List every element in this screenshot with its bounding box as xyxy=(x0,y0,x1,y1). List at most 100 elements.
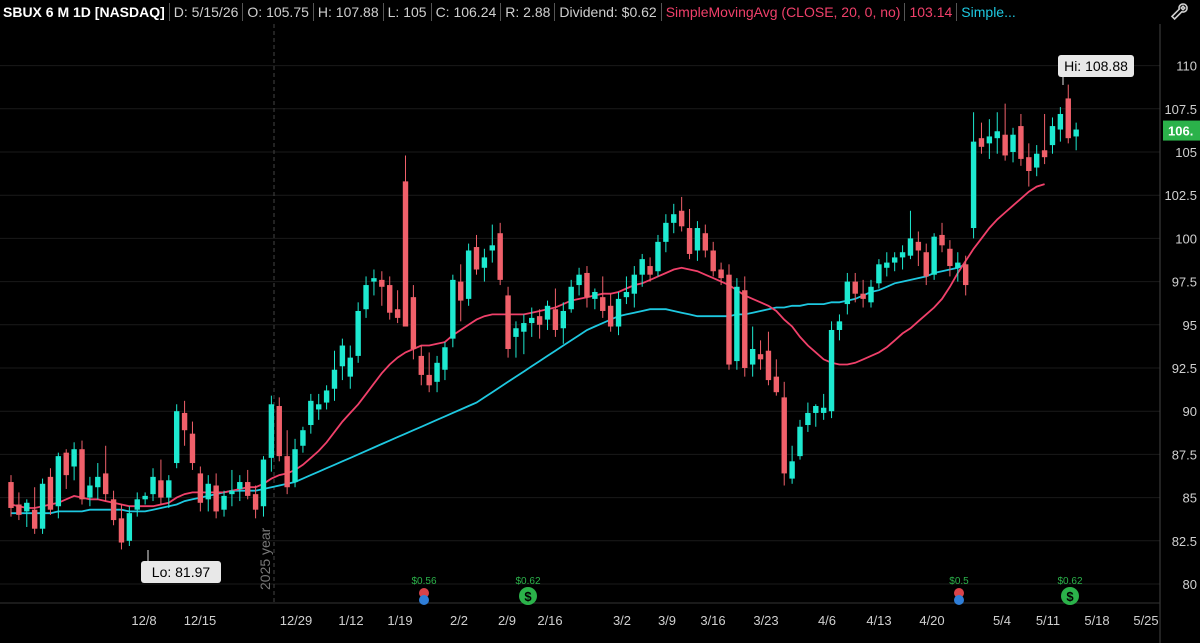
candle-body xyxy=(931,236,937,275)
candle-body xyxy=(150,476,156,495)
y-tick-label: 85 xyxy=(1183,491,1197,506)
low-value: L: 105 xyxy=(387,4,427,20)
candle-body xyxy=(860,293,866,299)
y-tick-label: 95 xyxy=(1183,318,1197,333)
candle-body xyxy=(102,473,109,495)
candle-body xyxy=(166,480,172,498)
candle-body xyxy=(907,238,914,256)
candle-body xyxy=(379,279,385,287)
y-tick-label: 107.5 xyxy=(1164,102,1197,117)
dividend-amount: $0.56 xyxy=(411,576,436,587)
candle-body xyxy=(158,480,164,498)
candle-body xyxy=(647,266,653,275)
candle-body xyxy=(47,476,54,510)
candle-body xyxy=(355,310,361,356)
x-tick-label: 2/9 xyxy=(498,613,516,628)
candle-body xyxy=(308,400,314,426)
candle-body xyxy=(126,513,133,541)
candle-body xyxy=(284,456,290,488)
candle-body xyxy=(118,518,125,543)
candle-body xyxy=(757,354,764,360)
x-tick-label: 12/29 xyxy=(280,613,313,628)
dollar-icon: $ xyxy=(524,589,532,604)
last-price-badge: 106. xyxy=(1163,120,1200,141)
study1-name[interactable]: SimpleMovingAvg (CLOSE, 20, 0, no) xyxy=(662,4,905,20)
candle-body xyxy=(828,329,835,412)
study2-name[interactable]: Simple... xyxy=(957,4,1019,20)
y-tick-label: 80 xyxy=(1183,577,1197,592)
candle-body xyxy=(592,291,598,299)
candle-body xyxy=(347,357,353,377)
candle-body xyxy=(852,281,858,294)
candle-body xyxy=(986,136,993,144)
candle-body xyxy=(773,376,780,393)
candle-body xyxy=(513,328,519,337)
y-tick-label: 97.5 xyxy=(1172,275,1197,290)
candle-body xyxy=(726,274,732,365)
candle-body xyxy=(473,247,480,270)
candle-body xyxy=(197,473,204,503)
candle-body xyxy=(560,310,566,329)
candle-body xyxy=(923,252,929,277)
candle-body xyxy=(623,291,630,298)
candle-body xyxy=(552,309,559,330)
candle-body xyxy=(229,490,235,495)
price-chart[interactable]: 2025 year 80 82.5 85 87.5 90 92.5 95 97.5 100 102… xyxy=(0,0,1200,643)
candle-body xyxy=(363,285,369,310)
candle-body xyxy=(16,504,22,515)
candle-body xyxy=(734,286,740,362)
candle-body xyxy=(79,449,85,500)
candle-body xyxy=(600,297,606,311)
y-tick-label: 92.5 xyxy=(1172,361,1197,376)
x-tick-label: 2/16 xyxy=(537,613,562,628)
candle-body xyxy=(876,264,882,284)
candle-body xyxy=(544,305,551,320)
candle-body xyxy=(418,355,424,375)
open-value: O: 105.75 xyxy=(247,4,309,20)
candle-body xyxy=(663,222,669,242)
date-value: D: 5/15/26 xyxy=(173,4,239,20)
candle-body xyxy=(576,274,582,286)
x-tick-label: 3/9 xyxy=(658,613,676,628)
candle-body xyxy=(1041,150,1048,158)
candle-body xyxy=(63,452,69,476)
dividend-amount: $0.62 xyxy=(515,576,540,587)
candle-body xyxy=(481,257,488,268)
candle-body xyxy=(87,485,93,498)
candle-body xyxy=(568,286,574,310)
candle-body xyxy=(276,406,282,457)
wrench-icon[interactable] xyxy=(1158,0,1200,24)
x-tick-label: 5/11 xyxy=(1036,613,1060,628)
candle-body xyxy=(387,285,393,313)
candle-body xyxy=(142,495,148,500)
y-tick-label: 90 xyxy=(1183,404,1197,419)
candle-body xyxy=(947,248,953,267)
hi-label: Hi: 108.88 xyxy=(1058,55,1134,77)
candle-body xyxy=(702,233,709,251)
candle-body xyxy=(221,495,227,510)
y-tick-label: 87.5 xyxy=(1172,447,1197,462)
candle xyxy=(828,321,835,419)
candle-body xyxy=(260,459,267,507)
symbol-label[interactable]: SBUX 6 M 1D [NASDAQ] xyxy=(0,4,169,20)
candle-body xyxy=(836,321,843,330)
candle-body xyxy=(844,281,851,305)
x-tick-label: 1/12 xyxy=(338,613,363,628)
candle-body xyxy=(268,404,275,458)
candle-body xyxy=(24,502,30,512)
candle-body xyxy=(205,483,211,500)
candle-body xyxy=(797,426,803,457)
candle-body xyxy=(820,407,827,413)
y-tick-label: 110 xyxy=(1176,59,1197,74)
candle xyxy=(742,276,748,377)
candle-body xyxy=(181,412,188,431)
candle xyxy=(173,404,180,469)
y-tick-label: 105 xyxy=(1175,145,1197,160)
lo-label: Lo: 81.97 xyxy=(141,561,221,583)
candle-body xyxy=(71,449,77,467)
candle-body xyxy=(749,348,756,365)
candle-body xyxy=(710,250,716,272)
candle-body xyxy=(1034,153,1040,168)
candle-body xyxy=(410,297,417,349)
candle-body xyxy=(402,181,409,327)
